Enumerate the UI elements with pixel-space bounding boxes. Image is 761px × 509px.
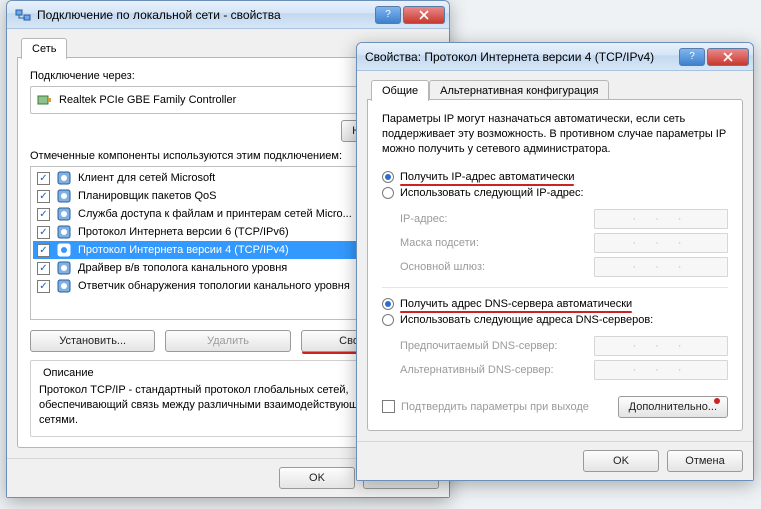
- label-mask: Маска подсети:: [400, 237, 586, 249]
- checkbox-icon[interactable]: ✓: [37, 244, 50, 257]
- window-ipv4-properties: Свойства: Протокол Интернета версии 4 (T…: [356, 42, 754, 481]
- checkbox-icon[interactable]: ✓: [37, 226, 50, 239]
- component-label: Ответчик обнаружения топологии канальног…: [78, 280, 350, 292]
- radio-dns-manual[interactable]: Использовать следующие адреса DNS-сервер…: [382, 312, 728, 328]
- radio-ip-manual-label: Использовать следующий IP-адрес:: [400, 187, 584, 199]
- network-icon: [15, 7, 31, 23]
- component-label: Служба доступа к файлам и принтерам сете…: [78, 208, 352, 220]
- qos-icon: [56, 188, 72, 204]
- window-body: Общие Альтернативная конфигурация Параме…: [357, 71, 753, 441]
- help-button[interactable]: ?: [679, 48, 705, 66]
- adapter-icon: [37, 92, 53, 108]
- radio-ip-auto-label: Получить IP-адрес автоматически: [400, 171, 574, 183]
- share-icon: [56, 206, 72, 222]
- tab-alt-config[interactable]: Альтернативная конфигурация: [429, 80, 609, 101]
- close-button[interactable]: [707, 48, 749, 66]
- label-gateway: Основной шлюз:: [400, 261, 586, 273]
- annotation-dot: [714, 398, 720, 404]
- titlebar[interactable]: Подключение по локальной сети - свойства…: [7, 1, 449, 29]
- intro-text: Параметры IP могут назначаться автоматич…: [382, 112, 728, 157]
- window-title: Подключение по локальной сети - свойства: [37, 8, 375, 22]
- radio-dns-auto-label: Получить адрес DNS-сервера автоматически: [400, 298, 632, 310]
- radio-ip-manual[interactable]: Использовать следующий IP-адрес:: [382, 185, 728, 201]
- ip-fields: IP-адрес: · · · Маска подсети: · · · Основ…: [400, 207, 728, 279]
- uninstall-button[interactable]: Удалить: [165, 330, 290, 352]
- label-ip: IP-адрес:: [400, 213, 586, 225]
- radio-icon: [382, 171, 394, 183]
- checkbox-icon[interactable]: ✓: [37, 262, 50, 275]
- input-gateway: · · ·: [594, 257, 728, 277]
- proto-icon: [56, 242, 72, 258]
- radio-icon: [382, 187, 394, 199]
- radio-icon: [382, 314, 394, 326]
- radio-ip-auto[interactable]: Получить IP-адрес автоматически: [382, 169, 728, 185]
- label-dns-pref: Предпочитаемый DNS-сервер:: [400, 340, 586, 352]
- radio-dns-manual-label: Использовать следующие адреса DNS-сервер…: [400, 314, 653, 326]
- checkbox-confirm-exit[interactable]: Подтвердить параметры при выходе: [382, 400, 589, 413]
- component-label: Протокол Интернета версии 4 (TCP/IPv4): [78, 244, 289, 256]
- component-label: Клиент для сетей Microsoft: [78, 172, 215, 184]
- tab-general[interactable]: Общие: [371, 80, 429, 101]
- ok-button[interactable]: OK: [279, 467, 355, 489]
- checkbox-icon[interactable]: ✓: [37, 172, 50, 185]
- adapter-name: Realtek PCIe GBE Family Controller: [59, 94, 236, 106]
- tab-panel-general: Параметры IP могут назначаться автоматич…: [367, 99, 743, 431]
- component-label: Драйвер в/в тополога канального уровня: [78, 262, 287, 274]
- close-button[interactable]: [403, 6, 445, 24]
- label-dns-alt: Альтернативный DNS-сервер:: [400, 364, 586, 376]
- checkbox-icon[interactable]: ✓: [37, 190, 50, 203]
- driver-icon: [56, 260, 72, 276]
- window-title: Свойства: Протокол Интернета версии 4 (T…: [365, 50, 679, 64]
- responder-icon: [56, 278, 72, 294]
- input-dns-alt: · · ·: [594, 360, 728, 380]
- checkbox-icon[interactable]: ✓: [37, 280, 50, 293]
- install-button[interactable]: Установить...: [30, 330, 155, 352]
- radio-icon: [382, 298, 394, 310]
- component-label: Планировщик пакетов QoS: [78, 190, 217, 202]
- dns-fields: Предпочитаемый DNS-сервер: · · · Альтерна…: [400, 334, 728, 382]
- tab-network[interactable]: Сеть: [21, 38, 67, 59]
- dialog-footer: OK Отмена: [357, 441, 753, 480]
- checkbox-icon: [382, 400, 395, 413]
- ok-button[interactable]: OK: [583, 450, 659, 472]
- component-label: Протокол Интернета версии 6 (TCP/IPv6): [78, 226, 289, 238]
- advanced-button[interactable]: Дополнительно...: [618, 396, 728, 418]
- cancel-button[interactable]: Отмена: [667, 450, 743, 472]
- description-heading: Описание: [39, 367, 98, 379]
- titlebar[interactable]: Свойства: Протокол Интернета версии 4 (T…: [357, 43, 753, 71]
- input-ip: · · ·: [594, 209, 728, 229]
- input-mask: · · ·: [594, 233, 728, 253]
- checkbox-confirm-label: Подтвердить параметры при выходе: [401, 401, 589, 413]
- proto-icon: [56, 224, 72, 240]
- help-button[interactable]: ?: [375, 6, 401, 24]
- checkbox-icon[interactable]: ✓: [37, 208, 50, 221]
- radio-dns-auto[interactable]: Получить адрес DNS-сервера автоматически: [382, 296, 728, 312]
- input-dns-pref: · · ·: [594, 336, 728, 356]
- client-icon: [56, 170, 72, 186]
